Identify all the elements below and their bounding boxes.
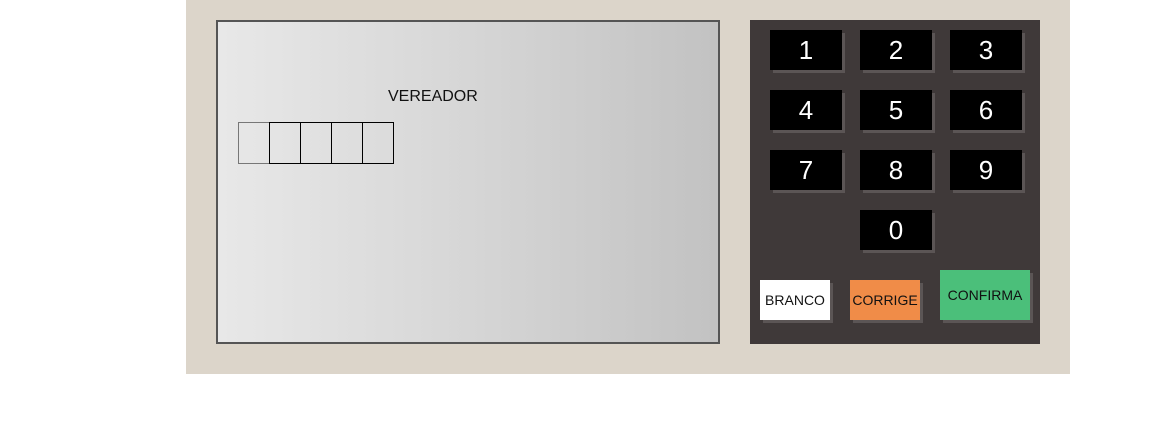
digit-box-2 — [269, 122, 301, 164]
digit-box-5 — [362, 122, 394, 164]
key-2[interactable]: 2 — [860, 30, 932, 70]
key-6[interactable]: 6 — [950, 90, 1022, 130]
keypad: 1 2 3 4 5 6 7 8 9 0 BRANCO CORRIGE CONFI… — [750, 20, 1040, 344]
confirma-button[interactable]: CONFIRMA — [940, 270, 1030, 320]
corrige-button[interactable]: CORRIGE — [850, 280, 920, 320]
voting-screen: VEREADOR — [216, 20, 720, 344]
key-0[interactable]: 0 — [860, 210, 932, 250]
key-7[interactable]: 7 — [770, 150, 842, 190]
office-title: VEREADOR — [388, 88, 478, 105]
candidate-number-boxes — [238, 122, 394, 164]
branco-button[interactable]: BRANCO — [760, 280, 830, 320]
key-8[interactable]: 8 — [860, 150, 932, 190]
key-3[interactable]: 3 — [950, 30, 1022, 70]
key-9[interactable]: 9 — [950, 150, 1022, 190]
voting-machine: VEREADOR 1 2 3 4 5 6 7 8 9 0 BRANCO CORR… — [186, 0, 1070, 374]
digit-box-1 — [238, 122, 270, 164]
digit-box-3 — [300, 122, 332, 164]
key-5[interactable]: 5 — [860, 90, 932, 130]
digit-box-4 — [331, 122, 363, 164]
key-1[interactable]: 1 — [770, 30, 842, 70]
key-4[interactable]: 4 — [770, 90, 842, 130]
